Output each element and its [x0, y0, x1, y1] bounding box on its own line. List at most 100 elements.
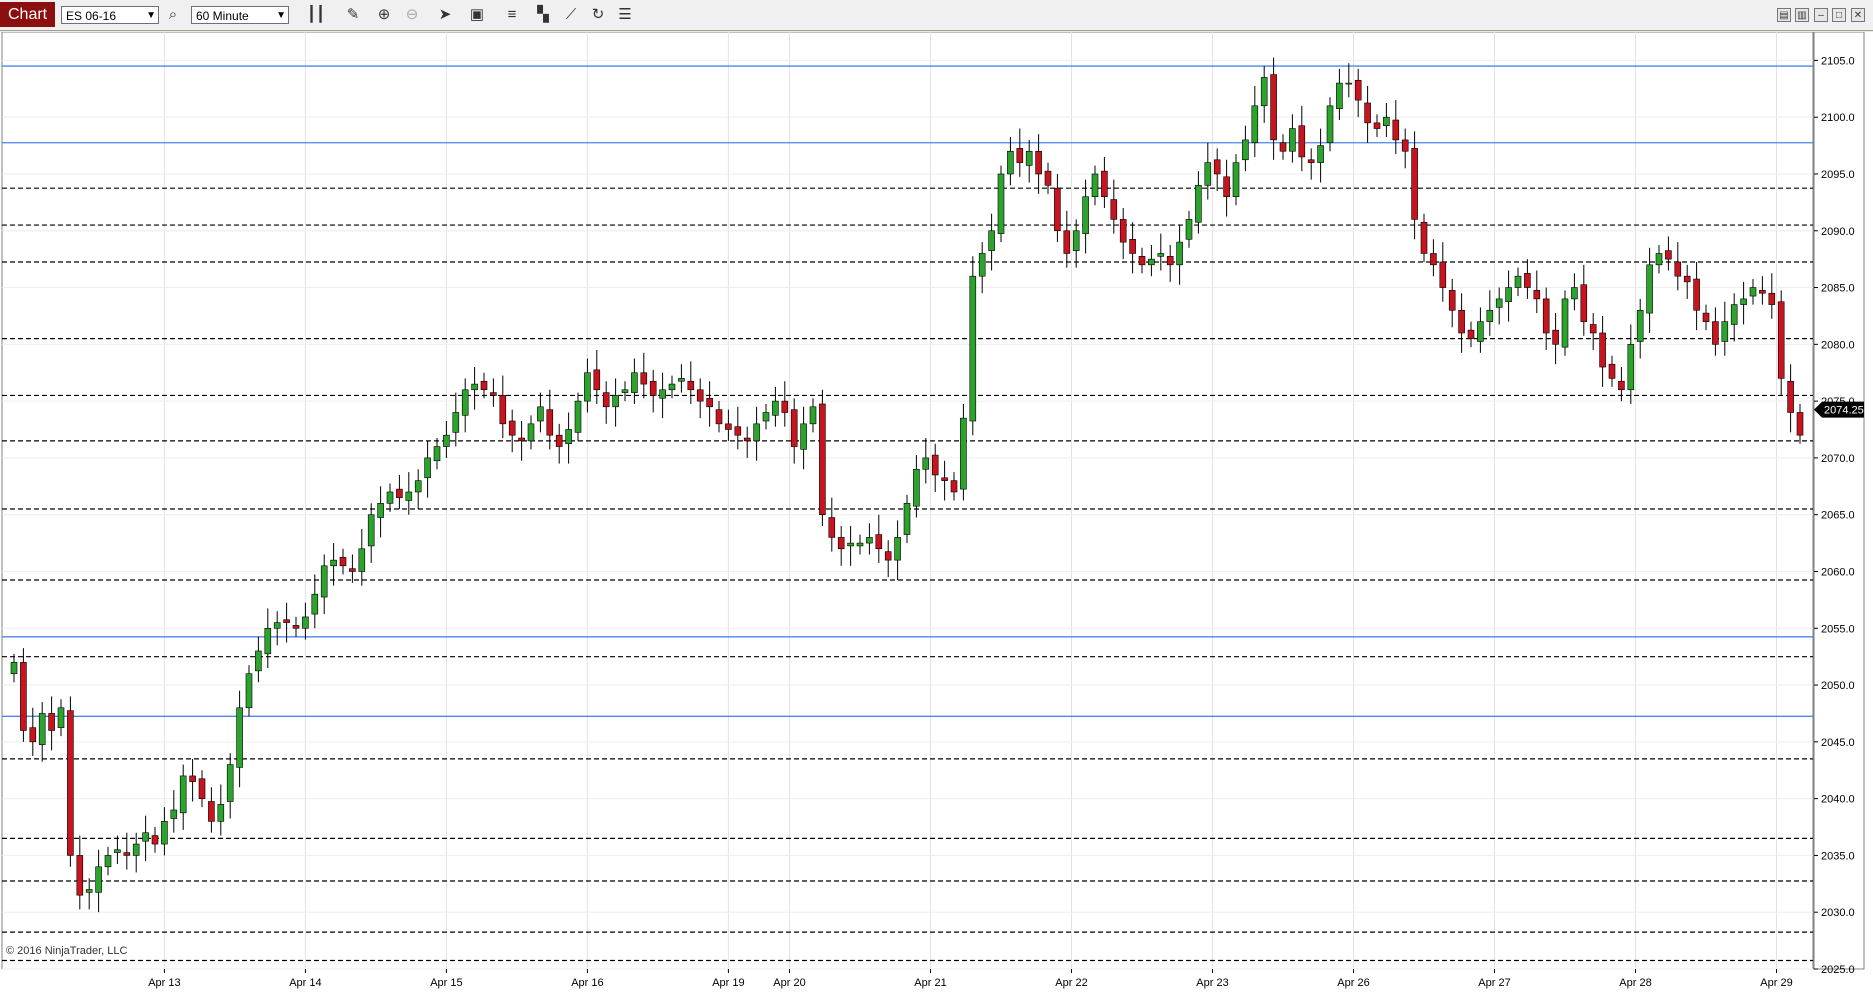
candle-body-up [1317, 145, 1324, 163]
candle-body-up [574, 400, 582, 433]
candle-body-down [1307, 159, 1315, 163]
zoom-out-icon[interactable]: ⊖ [402, 5, 422, 25]
minimize-icon[interactable]: – [1814, 8, 1828, 22]
strategy-icon[interactable]: ≡ [502, 5, 522, 25]
bar-type-icon[interactable]: ┃┃ [306, 5, 326, 25]
candle-body-down [875, 534, 883, 550]
x-tick-label: Apr 23 [1196, 977, 1228, 989]
candle-body-down [499, 395, 507, 425]
candle-body-up [1326, 105, 1334, 144]
candle-body-up [1289, 128, 1296, 152]
candle-body-up [537, 406, 544, 422]
tile-icon[interactable]: ▤ [1777, 8, 1791, 22]
candle-body-down [29, 727, 37, 743]
candle-body-up [1157, 253, 1165, 257]
candle-body-down [696, 389, 704, 402]
candle-body-up [330, 559, 337, 567]
candle-body-up [1336, 82, 1343, 109]
y-tick-label: 2070.0 [1821, 453, 1855, 465]
candle-body-down [1599, 332, 1606, 368]
candle-body-down [1777, 301, 1785, 379]
x-tick-label: Apr 21 [914, 977, 946, 989]
candle-body-up [1561, 298, 1569, 348]
candle-body-up [922, 457, 930, 470]
candle-body-up [1627, 344, 1635, 391]
candle-body-down [339, 556, 347, 567]
maximize-icon[interactable]: □ [1832, 8, 1846, 22]
candle-body-up [527, 423, 535, 442]
candle-body-down [790, 409, 798, 447]
candle-body-up [311, 593, 319, 615]
properties-icon[interactable]: ☰ [615, 5, 635, 25]
chart-tab[interactable]: Chart [0, 2, 56, 27]
cascade-icon[interactable]: ▥ [1795, 8, 1809, 22]
candle-body-down [1683, 275, 1691, 283]
candle-body-down [480, 380, 488, 391]
candle-body-down [1119, 219, 1127, 243]
candle-body-down [1411, 148, 1418, 220]
candle-body-down [48, 713, 55, 731]
candle-body-up [612, 395, 619, 408]
candle-body-up [1185, 219, 1193, 240]
candle-body-down [396, 488, 403, 498]
candle [969, 256, 977, 436]
close-icon[interactable]: ✕ [1851, 8, 1865, 22]
candle-body-down [828, 517, 836, 538]
candle-body-down [1589, 324, 1597, 334]
candle-body-up [1646, 264, 1653, 314]
candle-body-down [1787, 380, 1794, 413]
y-tick-label: 2025.0 [1821, 964, 1855, 976]
candle [67, 696, 74, 867]
candle-body-down [198, 778, 206, 799]
candle-body-up [1025, 150, 1033, 166]
pointer-icon[interactable]: ➤ [435, 5, 455, 25]
price-chart[interactable]: 2105.02100.02095.02090.02085.02080.02075… [0, 32, 1873, 999]
candle-body-up [988, 230, 995, 251]
candle-body-down [1542, 298, 1550, 334]
candle-body-down [1448, 290, 1456, 311]
candle-body-down [781, 400, 789, 413]
candle-body-down [490, 392, 497, 396]
candle-body-up [631, 372, 638, 393]
reload-icon[interactable]: ↻ [588, 5, 608, 25]
indicator-icon[interactable]: ▚ [533, 5, 553, 25]
y-tick-label: 2080.0 [1821, 339, 1855, 351]
candle-body-down [1101, 170, 1108, 197]
x-tick-label: Apr 16 [571, 977, 603, 989]
candle-body-down [189, 775, 196, 782]
last-price-label: 2074.25 [1824, 405, 1864, 417]
candle-body-down [1533, 290, 1541, 300]
candle-body-down [1054, 187, 1061, 232]
y-tick-label: 2100.0 [1821, 112, 1855, 124]
candle-body-down [1439, 261, 1447, 288]
instrument-select[interactable]: ES 06-16 ▼ [61, 6, 159, 24]
candle-body-up [57, 707, 65, 728]
x-tick-label: Apr 22 [1055, 977, 1087, 989]
candle-body-up [1148, 258, 1155, 266]
chart-toolbar: Chart ES 06-16 ▼ ⌕ 60 Minute ▼ ┃┃ ✎ ⊕ ⊖ … [0, 0, 1873, 31]
candle-body-down [1674, 261, 1682, 277]
drawing-tools-icon[interactable]: ⟋ [561, 5, 581, 25]
y-tick-label: 2045.0 [1821, 737, 1855, 749]
candle-body-down [884, 551, 892, 561]
data-box-icon[interactable]: ▣ [467, 5, 487, 25]
candle-body-up [913, 468, 920, 507]
candle-body-down [837, 537, 845, 550]
pencil-icon[interactable]: ✎ [343, 5, 363, 25]
candle-body-up [668, 383, 676, 391]
candle-body-up [236, 707, 243, 768]
candle [819, 389, 826, 527]
candle-body-down [1298, 125, 1306, 158]
candle-body-up [903, 503, 911, 535]
zoom-in-icon[interactable]: ⊕ [374, 5, 394, 25]
interval-select[interactable]: 60 Minute ▼ [191, 6, 289, 24]
candle-body-up [584, 372, 591, 402]
candle-body-up [1636, 309, 1644, 342]
candle-body-down [1420, 221, 1428, 254]
chart-panel[interactable]: 2105.02100.02095.02090.02085.02080.02075… [0, 32, 1873, 999]
candle-body-up [114, 849, 121, 853]
candle-body-down [725, 423, 732, 430]
candle-body-down [1580, 284, 1588, 322]
search-icon[interactable]: ⌕ [163, 5, 183, 25]
candle-body-up [471, 383, 478, 391]
